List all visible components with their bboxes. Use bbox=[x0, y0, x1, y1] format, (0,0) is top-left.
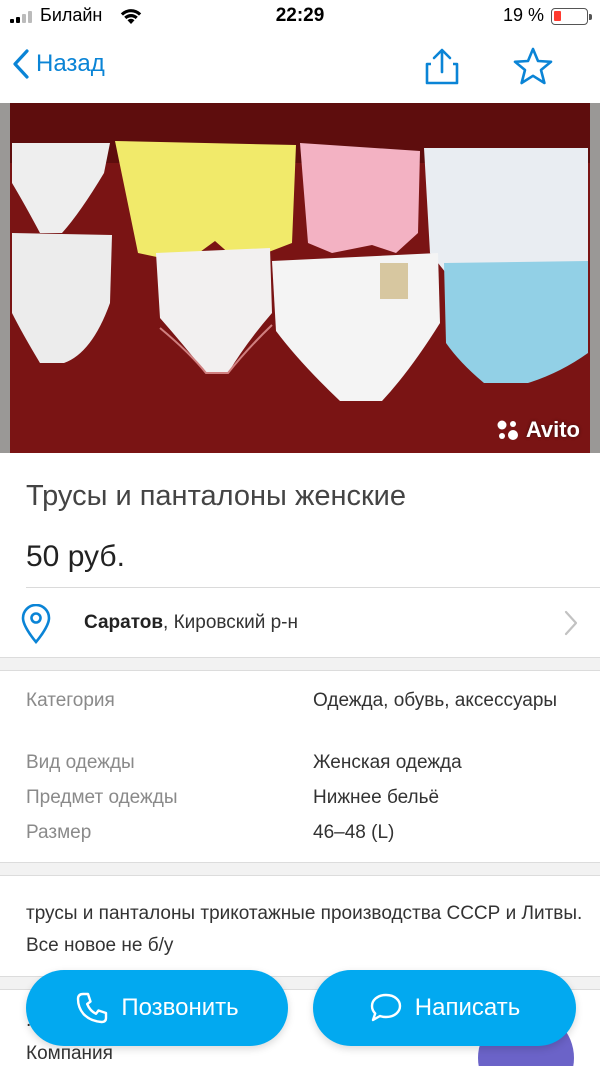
param-value: Одежда, обувь, аксессуары bbox=[313, 690, 558, 711]
param-value: 46–48 (L) bbox=[313, 822, 395, 843]
battery-icon bbox=[551, 8, 592, 25]
photo-image bbox=[0, 103, 600, 453]
location-text: Саратов, Кировский р-н bbox=[84, 612, 298, 634]
watermark-text: Avito bbox=[525, 417, 580, 442]
listing-price: 50 руб. bbox=[26, 540, 125, 573]
listing-title: Трусы и панталоны женские bbox=[26, 480, 407, 512]
share-icon[interactable] bbox=[422, 46, 462, 86]
listing-description: трусы и панталоны трикотажные производст… bbox=[26, 903, 583, 956]
param-value: Женская одежда bbox=[313, 752, 462, 773]
call-label: Позвонить bbox=[121, 994, 239, 1021]
navigation-bar: Назад bbox=[0, 34, 600, 102]
avito-watermark: Avito bbox=[496, 417, 580, 443]
back-label: Назад bbox=[36, 50, 105, 77]
avito-logo-icon bbox=[497, 420, 518, 440]
status-bar: Билайн 22:29 19 % bbox=[0, 0, 600, 34]
location-district: , Кировский р-н bbox=[163, 612, 299, 633]
chevron-left-icon bbox=[13, 49, 29, 79]
param-value: Нижнее бельё bbox=[313, 787, 440, 808]
write-message-button[interactable]: Написать bbox=[313, 970, 576, 1046]
param-key: Категория bbox=[26, 690, 115, 711]
chat-bubble-icon bbox=[370, 993, 401, 1022]
location-row[interactable]: Саратов, Кировский р-н bbox=[0, 588, 600, 658]
map-pin-icon bbox=[21, 604, 51, 644]
param-key: Размер bbox=[26, 822, 92, 843]
location-city: Саратов bbox=[84, 612, 164, 633]
back-button[interactable]: Назад bbox=[12, 48, 105, 80]
seller-type: Компания bbox=[26, 1043, 113, 1064]
section-separator bbox=[0, 862, 600, 876]
chevron-right-icon bbox=[564, 610, 578, 636]
section-separator bbox=[0, 657, 600, 671]
param-key: Предмет одежды bbox=[26, 787, 178, 808]
phone-icon bbox=[77, 992, 108, 1024]
battery-percent: 19 % bbox=[502, 5, 544, 25]
listing-photo[interactable]: Avito bbox=[0, 103, 600, 453]
write-label: Написать bbox=[414, 994, 521, 1021]
call-button[interactable]: Позвонить bbox=[26, 970, 288, 1046]
star-icon[interactable] bbox=[512, 46, 554, 86]
param-key: Вид одежды bbox=[26, 752, 135, 773]
